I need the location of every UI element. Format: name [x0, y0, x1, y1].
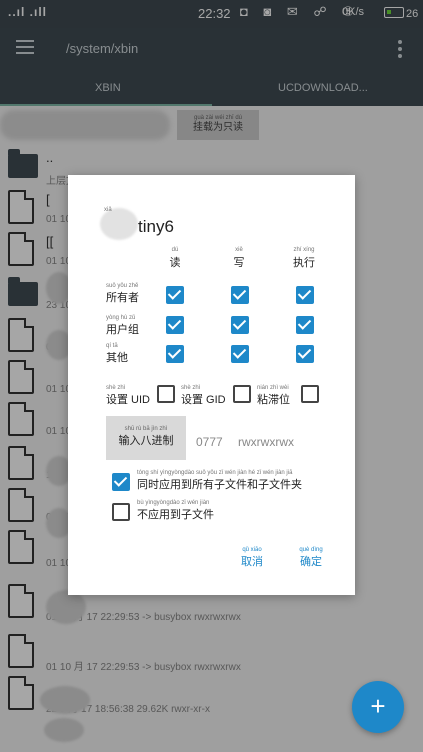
row-group: yòng hù zǔ 用户组 [106, 315, 139, 336]
owner-write-checkbox[interactable] [231, 286, 249, 304]
sticky-label: nián zhì wèi 粘滞位 [257, 385, 290, 406]
input-octal-button[interactable]: shū rù bā jìn zhì 输入八进制 [106, 416, 186, 460]
setgid-checkbox[interactable] [233, 385, 251, 403]
apply-recursive-checkbox[interactable] [112, 473, 130, 491]
title-pinyin: xiǎ [104, 207, 112, 213]
setgid-label: shè zhì 设置 GID [181, 385, 226, 406]
dialog-title: tiny6 [138, 217, 174, 236]
col-write: xiě 写 [233, 247, 245, 269]
group-execute-checkbox[interactable] [296, 316, 314, 334]
row-others: qí tā 其他 [106, 343, 128, 364]
row-owner: suǒ yǒu zhě 所有者 [106, 283, 139, 304]
ok-button[interactable]: què dìng 确定 [296, 547, 326, 569]
setuid-label: shè zhì 设置 UID [106, 385, 150, 406]
cancel-button[interactable]: qǔ xiāo 取消 [237, 547, 267, 569]
sticky-checkbox[interactable] [301, 385, 319, 403]
permissions-dialog: xiǎ tiny6 dú 读 xiě 写 zhí xíng 执行 suǒ yǒu zh… [68, 175, 355, 595]
apply-recursive-label: tóng shí yìngyòngdào suǒ yǒu zǐ wén jiàn… [137, 470, 302, 491]
others-read-checkbox[interactable] [166, 345, 184, 363]
no-apply-children-checkbox[interactable] [112, 503, 130, 521]
others-write-checkbox[interactable] [231, 345, 249, 363]
col-execute: zhí xíng 执行 [293, 247, 315, 269]
setuid-checkbox[interactable] [157, 385, 175, 403]
group-write-checkbox[interactable] [231, 316, 249, 334]
owner-read-checkbox[interactable] [166, 286, 184, 304]
no-apply-children-label: bù yìngyòngdào zǐ wén jiàn 不应用到子文件 [137, 500, 214, 521]
permission-string: rwxrwxrwx [238, 435, 294, 449]
col-read: dú 读 [169, 247, 181, 269]
add-fab-button[interactable]: + [352, 681, 404, 733]
others-execute-checkbox[interactable] [296, 345, 314, 363]
octal-value[interactable]: 0777 [196, 435, 223, 449]
owner-execute-checkbox[interactable] [296, 286, 314, 304]
group-read-checkbox[interactable] [166, 316, 184, 334]
